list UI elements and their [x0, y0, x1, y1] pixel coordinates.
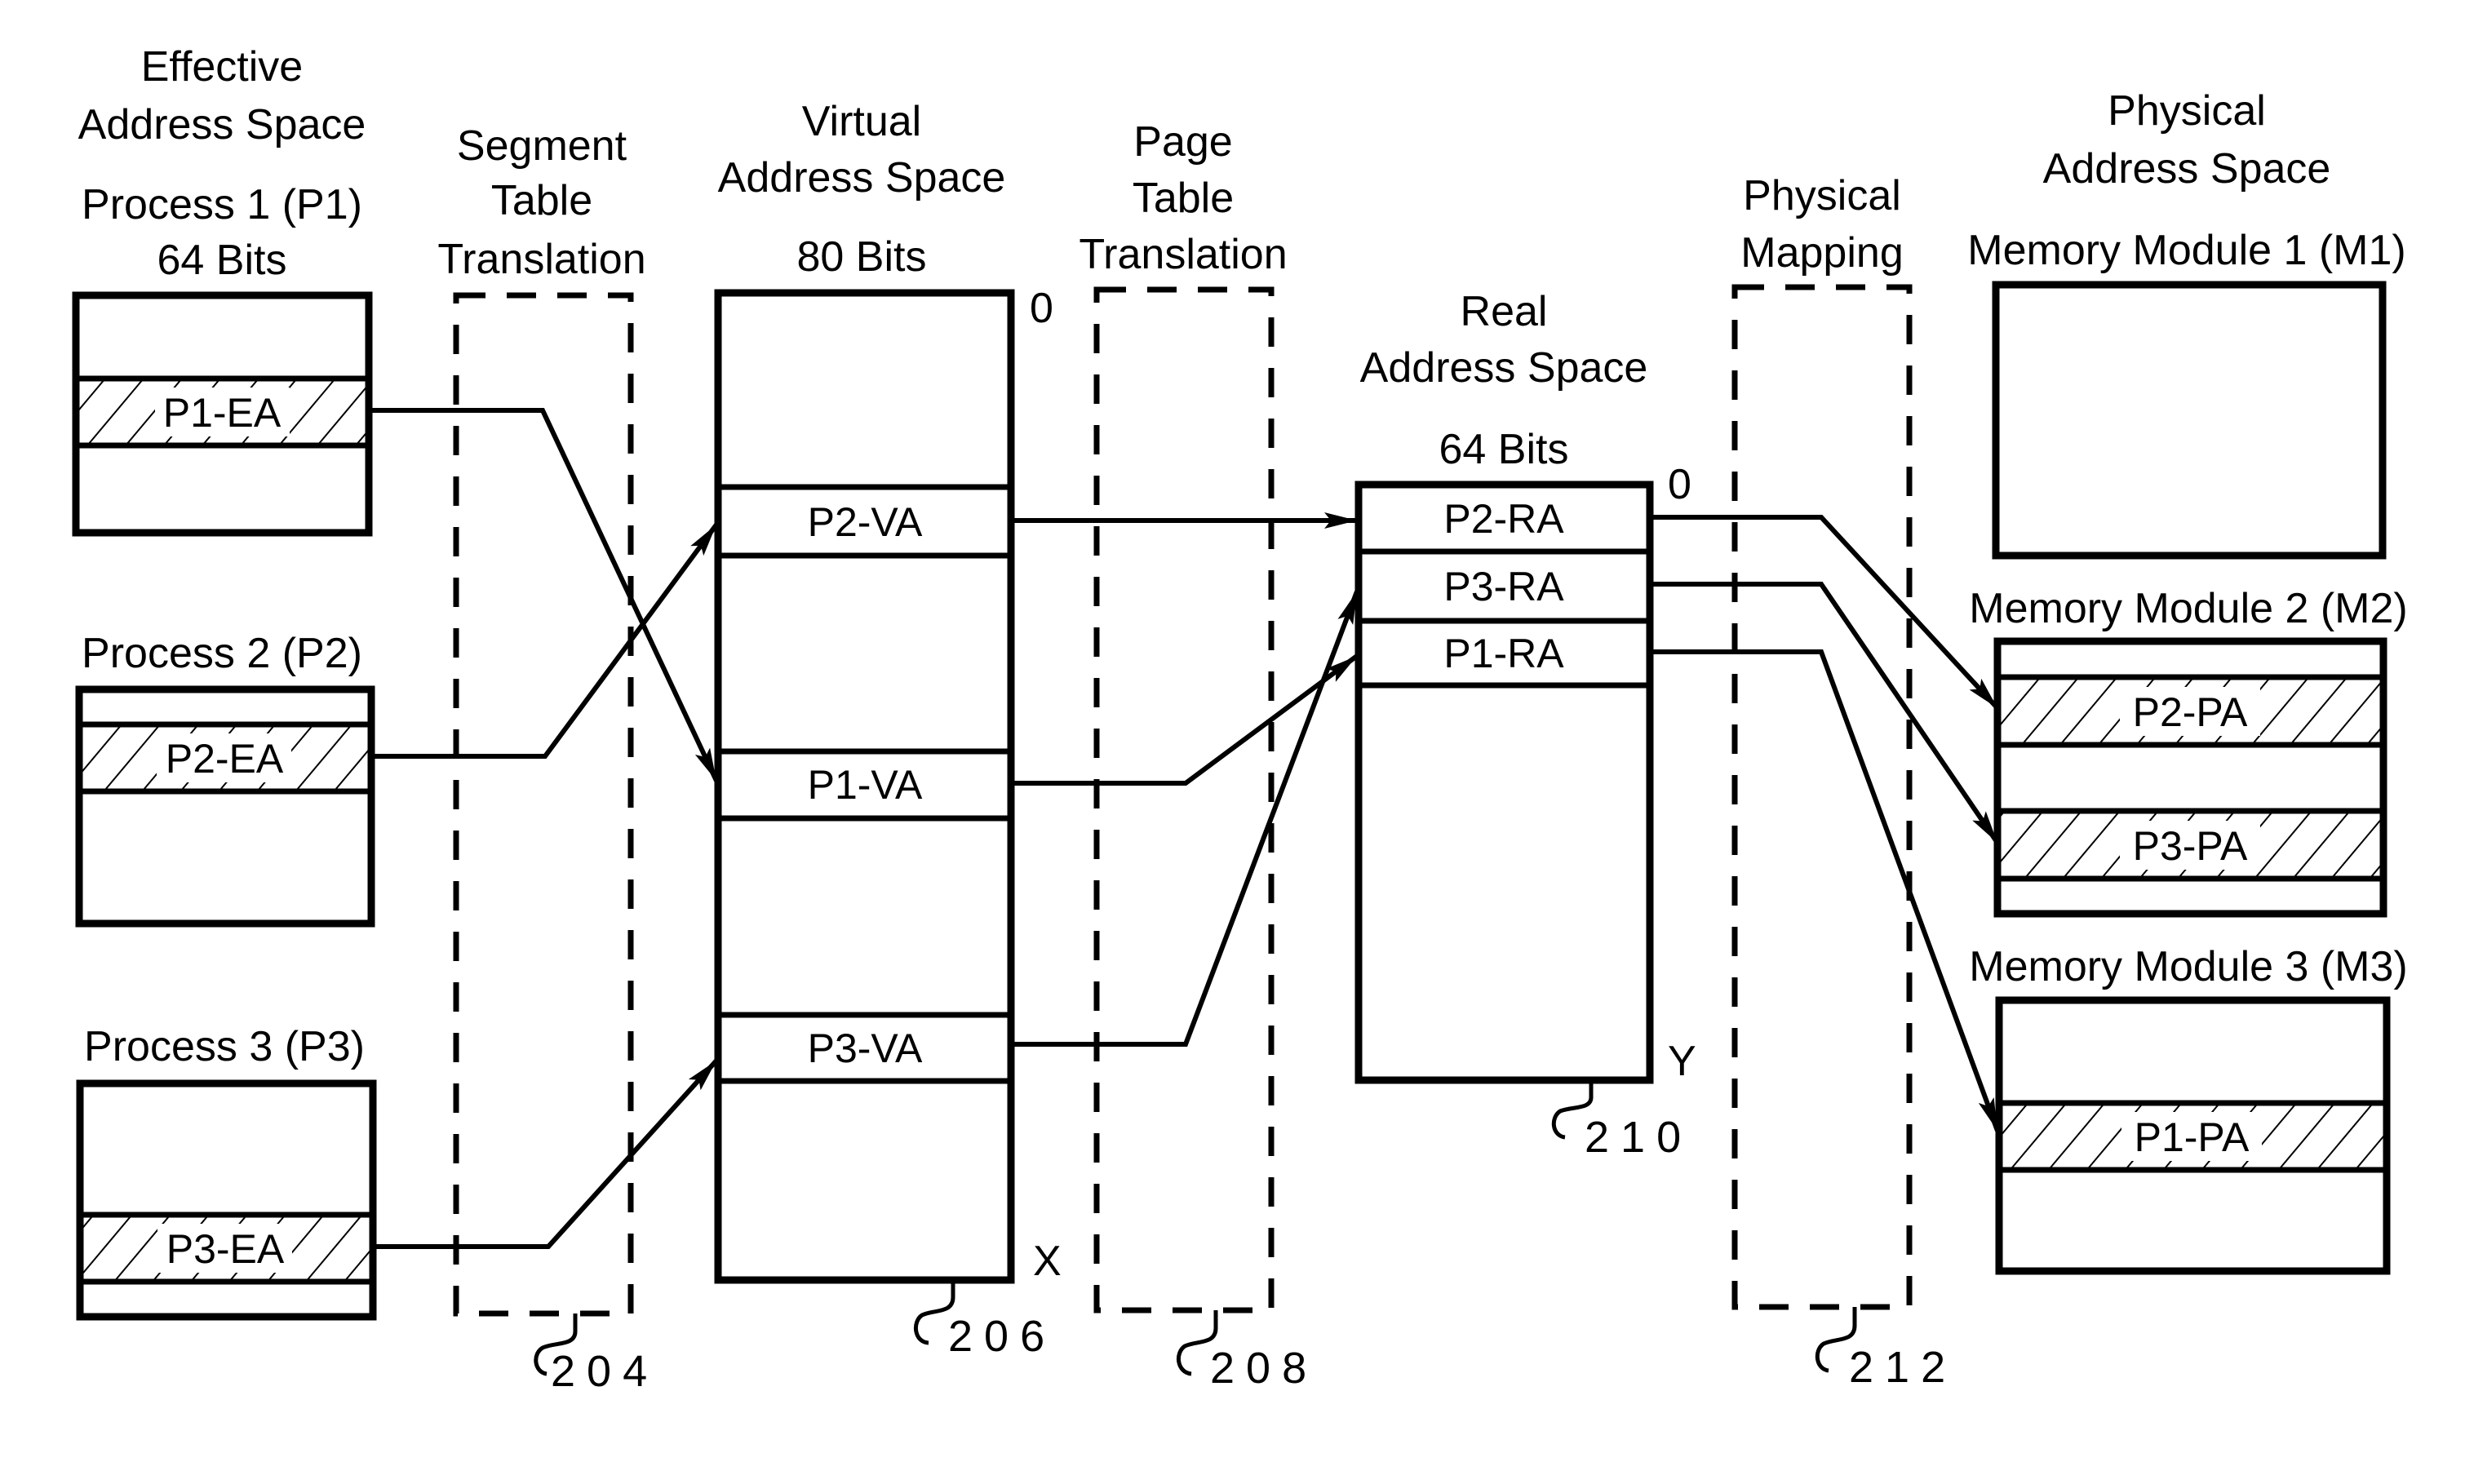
virtual-bits: 80 Bits [797, 233, 927, 281]
arrow-p3-va-to-p3-ra [1011, 590, 1359, 1047]
process-2-label: Process 2 (P2) [82, 630, 362, 677]
p3-pa-segment: P3-PA [2133, 823, 2248, 869]
p1-ra-segment: P1-RA [1443, 631, 1564, 676]
arrow-p3-ea-to-p3-va [373, 1058, 719, 1249]
arrow-p2-ra-to-p2-pa [1650, 515, 2000, 711]
real-title-line1: Real [1461, 288, 1548, 335]
memory-module-2-box: P2-PA P3-PA [1993, 637, 2387, 918]
p3-ra-segment: P3-RA [1443, 564, 1564, 609]
real-bits: 64 Bits [1439, 426, 1569, 473]
p1-pa-segment: P1-PA [2135, 1114, 2250, 1160]
page-table-dashed-box [1093, 286, 1275, 1313]
real-address-space: Real Address Space 64 Bits 0 P2-RA P3-RA… [1354, 288, 1696, 1162]
p2-pa-segment: P2-PA [2133, 689, 2248, 735]
mapping-arrows [369, 408, 2000, 1249]
memory-module-1-box [1992, 281, 2387, 560]
real-start-mark: 0 [1668, 461, 1691, 508]
arrow-p2-ea-to-p2-va [371, 523, 719, 759]
page-title-line1: Page [1133, 118, 1232, 166]
segment-table-dashed-box [453, 292, 634, 1317]
p2-va-segment: P2-VA [808, 499, 923, 545]
arrow-p3-ra-to-p3-pa [1650, 582, 2000, 844]
p2-ra-segment: P2-RA [1443, 496, 1564, 542]
p3-ea-segment: P3-EA [166, 1226, 285, 1272]
segment-title-line2: Table [491, 177, 592, 224]
memory-module-3-box: P1-PA [1995, 996, 2391, 1275]
physical-mapping-dashed-box [1731, 284, 1913, 1310]
arrow-p1-va-to-p1-ra [1011, 653, 1359, 786]
memory-module-2-label: Memory Module 2 (M2) [1969, 585, 2407, 632]
p3-va-segment: P3-VA [808, 1026, 923, 1071]
process-3-label: Process 3 (P3) [84, 1023, 365, 1070]
page-table-translation: Page Table Translation 208 [1079, 118, 1318, 1393]
virtual-start-mark: 0 [1030, 285, 1053, 332]
ref-number-204: 204 [551, 1347, 658, 1396]
arrow-p1-ra-to-p1-pa [1650, 649, 2000, 1132]
physical-title-line1: Physical [2108, 87, 2266, 135]
effective-title-line2: Address Space [78, 101, 366, 148]
effective-title-line1: Effective [141, 43, 303, 91]
mapping-title-line2: Mapping [1740, 229, 1903, 277]
virtual-title-line1: Virtual [802, 98, 921, 145]
physical-title-line2: Address Space [2043, 145, 2331, 193]
virtual-end-mark: X [1033, 1238, 1062, 1285]
real-title-line2: Address Space [1360, 344, 1648, 392]
segment-table-translation: Segment Table Translation 204 [437, 122, 658, 1396]
segment-title-line3: Translation [437, 236, 645, 283]
mapping-title-line1: Physical [1743, 172, 1901, 219]
address-translation-diagram: Effective Address Space Process 1 (P1) 6… [72, 43, 2408, 1396]
process-3-box: P3-EA [76, 1079, 377, 1321]
page-title-line2: Table [1133, 175, 1234, 222]
p1-ea-segment: P1-EA [163, 390, 282, 436]
page-title-line3: Translation [1079, 231, 1287, 278]
real-end-mark: Y [1668, 1038, 1696, 1085]
p2-ea-segment: P2-EA [166, 736, 284, 782]
process-1-bits: 64 Bits [157, 237, 287, 284]
virtual-address-space: Virtual Address Space 80 Bits 0 P2-VA P1… [714, 98, 1062, 1361]
process-1-box: P1-EA [72, 291, 373, 537]
effective-address-space: Effective Address Space Process 1 (P1) 6… [72, 43, 377, 1321]
ref-number-208: 208 [1210, 1344, 1318, 1393]
physical-address-space: Physical Address Space Memory Module 1 (… [1967, 87, 2408, 1275]
ref-number-206: 206 [948, 1312, 1056, 1361]
segment-title-line1: Segment [457, 122, 627, 170]
process-2-box: P2-EA [75, 685, 375, 928]
p1-va-segment: P1-VA [808, 762, 923, 808]
ref-number-212: 212 [1849, 1343, 1957, 1392]
memory-module-1-label: Memory Module 1 (M1) [1967, 227, 2405, 274]
physical-mapping: Physical Mapping 212 [1731, 172, 1957, 1392]
process-1-label: Process 1 (P1) [82, 181, 362, 228]
memory-module-3-label: Memory Module 3 (M3) [1969, 943, 2407, 990]
ref-number-210: 210 [1585, 1113, 1692, 1162]
virtual-title-line2: Address Space [718, 154, 1006, 202]
